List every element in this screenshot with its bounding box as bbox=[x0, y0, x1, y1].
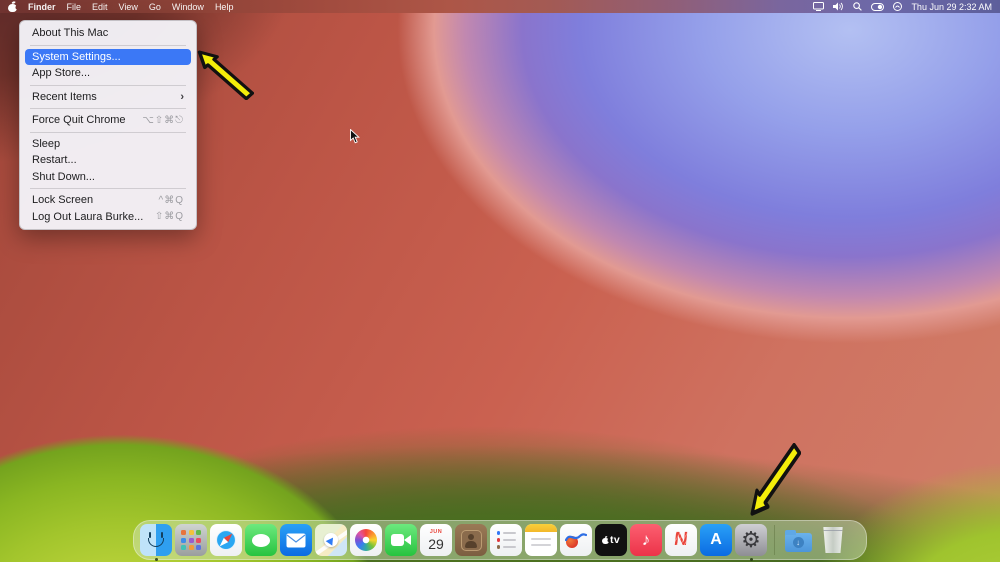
control-center-icon[interactable] bbox=[871, 2, 885, 11]
apple-logo-icon bbox=[602, 536, 609, 544]
menu-item-label: Shut Down... bbox=[32, 170, 95, 183]
menu-item-label: Lock Screen bbox=[32, 194, 94, 207]
dock-item-launchpad[interactable] bbox=[175, 524, 207, 556]
dock-item-system-settings[interactable]: ⚙ bbox=[735, 524, 767, 561]
dock-item-finder[interactable] bbox=[140, 524, 172, 561]
finder-icon bbox=[140, 524, 172, 556]
menu-item-log-out[interactable]: Log Out Laura Burke... ⇧⌘Q bbox=[25, 209, 191, 226]
mouse-cursor bbox=[350, 128, 360, 149]
safari-compass-icon bbox=[216, 530, 236, 550]
menu-item-label: Recent Items bbox=[32, 90, 97, 103]
tv-label: tv bbox=[610, 534, 620, 546]
dock-item-reminders[interactable] bbox=[490, 524, 522, 556]
gear-icon: ⚙ bbox=[741, 527, 761, 552]
menu-help[interactable]: Help bbox=[215, 2, 234, 12]
download-arrow-icon: ↓ bbox=[792, 536, 804, 548]
dock-item-tv[interactable]: tv bbox=[595, 524, 627, 556]
music-note-icon: ♪ bbox=[641, 530, 651, 549]
menu-item-app-store[interactable]: App Store... bbox=[25, 65, 191, 82]
apple-menu-panel: About This Mac System Settings... App St… bbox=[19, 20, 197, 230]
maps-navigation-icon bbox=[324, 533, 338, 547]
calendar-icon: JUN 29 bbox=[428, 529, 444, 551]
dock-item-freeform[interactable] bbox=[560, 524, 592, 556]
menu-bar-right: Thu Jun 29 2:32 AM bbox=[813, 0, 992, 13]
menu-separator bbox=[30, 108, 186, 109]
menu-bar-left: Finder File Edit View Go Window Help bbox=[8, 0, 233, 13]
dock-item-news[interactable]: N bbox=[665, 524, 697, 556]
siri-icon[interactable] bbox=[893, 2, 903, 11]
notes-icon bbox=[525, 524, 557, 532]
dock-item-notes[interactable] bbox=[525, 524, 557, 556]
menu-separator bbox=[30, 131, 186, 133]
contacts-silhouette-icon bbox=[460, 529, 482, 551]
menu-item-lock-screen[interactable]: Lock Screen ^⌘Q bbox=[25, 192, 191, 209]
dock-item-app-store[interactable]: A bbox=[700, 524, 732, 556]
annotation-arrow-system-settings-menu bbox=[196, 49, 254, 100]
menu-window[interactable]: Window bbox=[172, 2, 204, 12]
mail-envelope-icon bbox=[286, 533, 306, 547]
dock-item-photos[interactable] bbox=[350, 524, 382, 556]
menu-bar: Finder File Edit View Go Window Help Thu… bbox=[0, 0, 1000, 13]
menu-item-label: Restart... bbox=[32, 154, 77, 167]
facetime-camera-icon bbox=[391, 534, 411, 546]
shortcut-label: ⌥⇧⌘⎋ bbox=[142, 114, 184, 126]
reminders-list-icon bbox=[496, 531, 516, 549]
dock-item-calendar[interactable]: JUN 29 bbox=[420, 524, 452, 556]
menu-item-label: App Store... bbox=[32, 67, 91, 80]
dock: JUN 29 tv ♪ N A ⚙ ↓ bbox=[133, 520, 867, 561]
menu-separator bbox=[30, 44, 186, 46]
menu-item-force-quit[interactable]: Force Quit Chrome ⌥⇧⌘⎋ bbox=[25, 112, 191, 129]
menu-item-label: System Settings... bbox=[32, 50, 121, 63]
apple-menu-icon[interactable] bbox=[8, 1, 17, 12]
dock-item-maps[interactable] bbox=[315, 524, 347, 556]
volume-icon[interactable] bbox=[833, 2, 844, 11]
dock-separator bbox=[774, 525, 775, 555]
calendar-month: JUN bbox=[429, 529, 443, 536]
screen-mirroring-icon[interactable] bbox=[813, 2, 825, 11]
downloads-folder-icon: ↓ bbox=[784, 529, 812, 552]
messages-bubble-icon bbox=[252, 533, 270, 547]
menu-item-sleep[interactable]: Sleep bbox=[25, 136, 191, 153]
submenu-chevron-icon: › bbox=[180, 90, 184, 103]
menu-item-label: Force Quit Chrome bbox=[32, 114, 126, 127]
menu-file[interactable]: File bbox=[67, 2, 82, 12]
dock-item-contacts[interactable] bbox=[455, 524, 487, 556]
dock-item-facetime[interactable] bbox=[385, 524, 417, 556]
dock-item-downloads[interactable]: ↓ bbox=[782, 524, 814, 556]
photos-pinwheel-icon bbox=[355, 529, 377, 551]
dock-item-mail[interactable] bbox=[280, 524, 312, 556]
news-n-icon: N bbox=[673, 529, 690, 550]
menu-separator bbox=[30, 84, 186, 86]
dock-item-safari[interactable] bbox=[210, 524, 242, 556]
dock-item-trash[interactable] bbox=[817, 524, 849, 556]
freeform-wave-icon bbox=[565, 533, 587, 542]
app-store-a-icon: A bbox=[710, 531, 722, 548]
menu-view[interactable]: View bbox=[119, 2, 138, 12]
dock-item-music[interactable]: ♪ bbox=[630, 524, 662, 556]
search-icon[interactable] bbox=[853, 2, 863, 11]
launchpad-icon bbox=[181, 530, 201, 550]
menu-finder[interactable]: Finder bbox=[28, 2, 56, 12]
menu-item-restart[interactable]: Restart... bbox=[25, 152, 191, 169]
menu-edit[interactable]: Edit bbox=[92, 2, 108, 12]
desktop: Finder File Edit View Go Window Help Thu… bbox=[0, 0, 1000, 562]
calendar-day: 29 bbox=[428, 535, 444, 552]
menu-item-system-settings[interactable]: System Settings... bbox=[25, 48, 191, 65]
shortcut-label: ⇧⌘Q bbox=[154, 211, 184, 223]
menu-bar-clock[interactable]: Thu Jun 29 2:32 AM bbox=[911, 2, 992, 12]
menu-item-about-this-mac[interactable]: About This Mac bbox=[25, 25, 191, 42]
annotation-arrow-system-settings-dock bbox=[749, 443, 801, 518]
menu-item-shut-down[interactable]: Shut Down... bbox=[25, 169, 191, 186]
menu-item-label: Sleep bbox=[32, 137, 61, 150]
menu-go[interactable]: Go bbox=[149, 2, 161, 12]
menu-item-label: About This Mac bbox=[32, 27, 109, 40]
menu-item-label: Log Out Laura Burke... bbox=[32, 210, 144, 223]
dock-item-messages[interactable] bbox=[245, 524, 277, 556]
menu-separator bbox=[30, 188, 186, 189]
trash-icon bbox=[823, 527, 843, 553]
shortcut-label: ^⌘Q bbox=[158, 194, 184, 206]
menu-item-recent-items[interactable]: Recent Items › bbox=[25, 89, 191, 106]
